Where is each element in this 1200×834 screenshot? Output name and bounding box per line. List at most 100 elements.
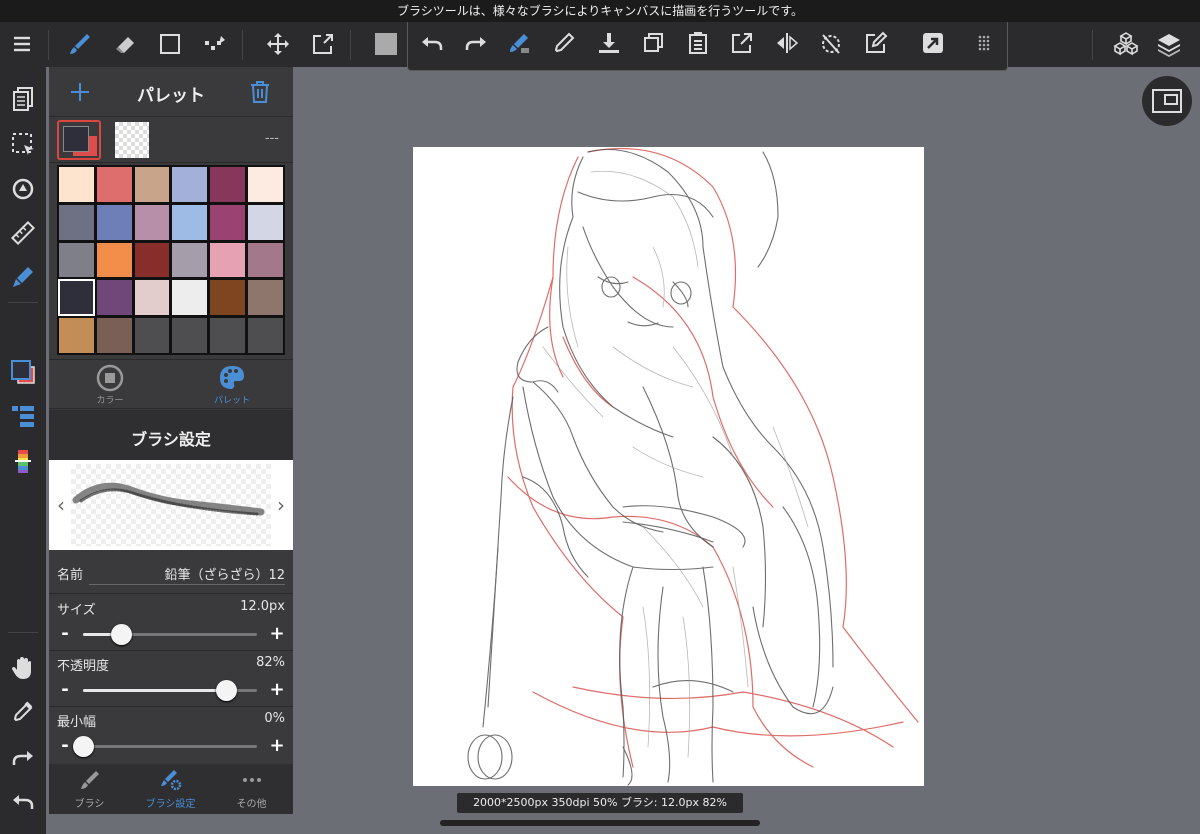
current-color-button[interactable]	[57, 120, 101, 160]
share-icon[interactable]	[915, 25, 951, 61]
rotate-view-icon[interactable]	[5, 171, 41, 207]
palette-swatch[interactable]	[171, 203, 209, 241]
ruler-icon[interactable]	[5, 215, 41, 251]
brush-icon[interactable]	[62, 26, 98, 62]
palette-swatch[interactable]	[95, 166, 133, 203]
export-icon[interactable]	[724, 25, 760, 61]
size-decrease-button[interactable]: -	[55, 623, 75, 644]
command-bar	[407, 22, 1008, 71]
palette-swatch[interactable]	[247, 279, 284, 317]
min-width-slider-handle[interactable]	[73, 736, 94, 757]
tab-brush-settings[interactable]: ブラシ設定	[130, 768, 211, 810]
palette-swatch[interactable]	[247, 317, 284, 354]
opacity-decrease-button[interactable]: -	[55, 679, 75, 700]
palette-swatch[interactable]	[209, 317, 247, 354]
color-bar-icon[interactable]	[5, 443, 41, 479]
min-width-decrease-button[interactable]: -	[55, 735, 75, 756]
palette-swatch[interactable]	[133, 279, 171, 317]
brush-stroke-preview	[72, 482, 265, 516]
opacity-slider[interactable]: - +	[49, 676, 293, 704]
palette-swatch[interactable]	[209, 203, 247, 241]
flip-icon[interactable]	[769, 25, 805, 61]
selection-icon[interactable]	[197, 26, 233, 62]
eraser-icon[interactable]	[108, 26, 144, 62]
redo-icon[interactable]	[458, 25, 494, 61]
dropper-icon[interactable]	[5, 695, 41, 731]
min-width-increase-button[interactable]: +	[267, 735, 287, 756]
rectangle-icon[interactable]	[152, 26, 188, 62]
menu-icon[interactable]	[4, 26, 40, 62]
palette-swatch[interactable]	[171, 317, 209, 354]
palette-swatch[interactable]	[95, 203, 133, 241]
palette-swatch[interactable]	[95, 279, 133, 317]
palette-swatch[interactable]	[58, 166, 95, 203]
current-color-row: ---	[49, 117, 293, 163]
layer-list-icon[interactable]	[5, 398, 41, 434]
palette-swatch[interactable]	[171, 279, 209, 317]
select-area-icon[interactable]	[5, 126, 41, 162]
palette-swatch[interactable]	[133, 317, 171, 354]
layers-icon[interactable]	[1151, 26, 1187, 62]
copy-icon[interactable]	[635, 25, 671, 61]
undo-icon[interactable]	[414, 25, 450, 61]
tab-other[interactable]: その他	[211, 768, 292, 810]
min-width-slider[interactable]: - +	[49, 732, 293, 760]
palette-swatch[interactable]	[58, 241, 95, 279]
tab-palette[interactable]: パレット	[171, 363, 293, 406]
palette-swatch[interactable]	[133, 241, 171, 279]
color-swatch-icon[interactable]	[5, 354, 41, 390]
save-icon[interactable]	[591, 25, 627, 61]
opacity-label: 不透明度	[57, 659, 110, 674]
tab-brush[interactable]: ブラシ	[49, 768, 130, 810]
redo-side-icon[interactable]	[5, 740, 41, 776]
palette-swatch[interactable]	[209, 241, 247, 279]
move-icon[interactable]	[260, 26, 296, 62]
palette-swatch[interactable]	[247, 241, 284, 279]
undo-side-icon[interactable]	[5, 784, 41, 820]
palette-swatch[interactable]	[58, 279, 95, 317]
fill-icon[interactable]	[502, 25, 538, 61]
brush-bottom-tabs: ブラシ ブラシ設定 その他	[49, 764, 293, 814]
tab-other-label: その他	[236, 799, 267, 810]
trash-icon[interactable]	[245, 77, 275, 107]
size-increase-button[interactable]: +	[267, 623, 287, 644]
palette-swatch[interactable]	[58, 203, 95, 241]
color-icon[interactable]	[368, 26, 404, 62]
next-brush-arrow[interactable]: ›	[271, 490, 291, 520]
palette-swatch[interactable]	[209, 166, 247, 203]
grid-icon[interactable]	[966, 25, 1002, 61]
palette-swatch[interactable]	[95, 317, 133, 354]
palette-swatch[interactable]	[171, 166, 209, 203]
transform-icon[interactable]	[305, 26, 341, 62]
navigator-button[interactable]	[1142, 76, 1192, 126]
transparent-color-button[interactable]	[115, 122, 149, 158]
tab-color[interactable]: カラー	[49, 363, 171, 406]
palette-swatch[interactable]	[133, 166, 171, 203]
rotate-icon[interactable]	[813, 25, 849, 61]
size-label: サイズ	[57, 603, 96, 618]
palette-swatch[interactable]	[133, 203, 171, 241]
eyedropper-icon[interactable]	[546, 25, 582, 61]
brush-settings-icon	[160, 770, 181, 791]
brush-name-label: 名前	[57, 568, 84, 583]
paste-icon[interactable]	[680, 25, 716, 61]
materials-icon[interactable]	[1108, 26, 1144, 62]
opacity-slider-handle[interactable]	[215, 680, 237, 701]
tooltip-bar: ブラシツールは、様々なブラシによりキャンバスに描画を行うツールです。	[0, 0, 1200, 22]
pen-icon[interactable]	[5, 259, 41, 295]
palette-swatch[interactable]	[247, 203, 284, 241]
brush-preview: ‹ ›	[49, 460, 293, 550]
palette-swatch[interactable]	[247, 166, 284, 203]
opacity-increase-button[interactable]: +	[267, 679, 287, 700]
hand-icon[interactable]	[5, 650, 41, 686]
palette-swatch[interactable]	[95, 241, 133, 279]
pages-icon[interactable]	[5, 81, 41, 117]
size-slider-handle[interactable]	[111, 624, 133, 645]
palette-swatch[interactable]	[209, 279, 247, 317]
previous-brush-arrow[interactable]: ‹	[51, 490, 71, 520]
palette-swatch[interactable]	[58, 317, 95, 354]
drawing-canvas[interactable]	[413, 147, 924, 786]
edit-icon[interactable]	[858, 25, 894, 61]
palette-swatch[interactable]	[171, 241, 209, 279]
size-slider[interactable]: - +	[49, 620, 293, 648]
